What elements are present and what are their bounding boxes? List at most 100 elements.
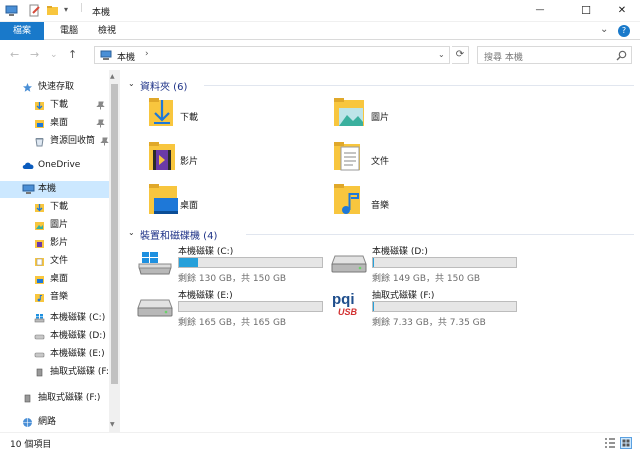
folder-label: 文件 [371, 157, 390, 167]
folder-music[interactable]: 音樂 [333, 182, 463, 222]
folder-pictures[interactable]: 圖片 [333, 96, 463, 136]
window-title: 本機 [92, 8, 111, 18]
recent-locations-icon[interactable]: ⌄ [50, 50, 58, 60]
music-folder-icon [334, 184, 360, 214]
navigation-pane: 快速存取 下載 桌面 資源回收筒 OneDrive 本機 下載 圖片 影片 文件 [0, 70, 120, 432]
sidebar-item-pc-desktop[interactable]: 桌面 [0, 271, 109, 288]
sidebar-item-drive-d[interactable]: 本機磁碟 (D:) [0, 328, 109, 345]
group-divider [246, 234, 634, 235]
scroll-up-icon[interactable]: ▲ [110, 73, 115, 80]
help-icon[interactable]: ? [618, 25, 630, 37]
properties-icon[interactable] [28, 4, 41, 17]
status-bar: 10 個項目 [0, 432, 640, 453]
item-count: 10 個項目 [10, 440, 52, 450]
sidebar-item-label: 資源回收筒 [50, 136, 96, 146]
sidebar-item-removable[interactable]: 抽取式磁碟 (F:) [0, 390, 109, 407]
sidebar-item-quick-downloads[interactable]: 下載 [0, 97, 109, 114]
sidebar-item-this-pc[interactable]: 本機 [0, 181, 109, 198]
drive-label: 本機磁碟 (D:) [372, 247, 428, 257]
content-pane: ⌄ 資料夾 (6) 下載 圖片 影片 文件 桌面 音樂 ⌄ 裝置和磁碟機 (4)… [120, 70, 640, 432]
drive-label: 本機磁碟 (E:) [178, 291, 233, 301]
sidebar-item-onedrive[interactable]: OneDrive [0, 157, 109, 174]
folder-videos[interactable]: 影片 [148, 140, 278, 180]
sidebar-item-pc-documents[interactable]: 文件 [0, 253, 109, 270]
address-dropdown-icon[interactable]: ⌄ [438, 50, 445, 59]
sidebar-item-label: OneDrive [38, 160, 81, 170]
quick-access-toolbar-dropdown-icon[interactable]: ▾ [64, 5, 77, 18]
documents-folder-icon [334, 142, 360, 171]
sidebar-item-label: 桌面 [50, 274, 69, 284]
folders-group-title[interactable]: 資料夾 (6) [140, 78, 187, 93]
pin-icon[interactable] [100, 137, 109, 146]
address-bar[interactable]: 本機 › [94, 46, 450, 64]
large-icons-view-icon[interactable] [620, 437, 632, 449]
minimize-icon: — [535, 5, 545, 15]
breadcrumb-separator-icon[interactable]: › [145, 49, 149, 59]
drive-free-space: 剩餘 165 GB，共 165 GB [178, 318, 287, 328]
sidebar-item-label: 抽取式磁碟 (F:) [38, 393, 101, 403]
sidebar-item-network[interactable]: 網路 [0, 414, 109, 431]
sidebar-scroll-thumb[interactable] [111, 84, 118, 384]
sidebar-item-label: 下載 [50, 202, 69, 212]
drives-group-title[interactable]: 裝置和磁碟機 (4) [140, 227, 217, 242]
sidebar-item-label: 網路 [38, 417, 57, 427]
collapse-folders-chevron-icon[interactable]: ⌄ [128, 79, 135, 88]
star-icon [23, 83, 32, 92]
drive-usage-bar [372, 257, 517, 268]
desktop-folder-icon [35, 120, 44, 128]
folder-desktop[interactable]: 桌面 [148, 182, 278, 222]
drive-free-space: 剩餘 130 GB，共 150 GB [178, 274, 287, 284]
search-icon [616, 50, 627, 61]
sidebar-item-drive-c[interactable]: 本機磁碟 (C:) [0, 310, 109, 327]
sidebar-item-label: 音樂 [50, 292, 69, 302]
drive-f[interactable]: pqi USB 抽取式磁碟 (F:) 剩餘 7.33 GB，共 7.35 GB [330, 288, 530, 328]
sidebar-item-drive-f[interactable]: 抽取式磁碟 (F:) [0, 364, 109, 381]
group-divider [204, 85, 634, 86]
sidebar-item-quick-access[interactable]: 快速存取 [0, 79, 109, 96]
documents-folder-icon [35, 258, 44, 266]
up-icon[interactable]: ↑ [68, 48, 77, 61]
sidebar-item-quick-desktop[interactable]: 桌面 [0, 115, 109, 132]
expand-ribbon-icon[interactable]: ⌄ [600, 24, 608, 35]
sidebar-item-pc-pictures[interactable]: 圖片 [0, 217, 109, 234]
details-view-icon[interactable] [604, 437, 616, 449]
title-divider: | [80, 3, 84, 13]
sidebar-item-pc-downloads[interactable]: 下載 [0, 199, 109, 216]
sidebar-item-drive-e[interactable]: 本機磁碟 (E:) [0, 346, 109, 363]
folder-documents[interactable]: 文件 [333, 140, 463, 180]
downloads-folder-icon [149, 98, 173, 126]
hard-drive-icon [331, 255, 367, 273]
collapse-drives-chevron-icon[interactable]: ⌄ [128, 228, 135, 237]
sidebar-item-recycle-bin[interactable]: 資源回收筒 [0, 133, 109, 150]
tab-file[interactable]: 檔案 [0, 22, 44, 40]
forward-icon[interactable]: → [30, 48, 39, 61]
pin-icon[interactable] [96, 119, 105, 128]
usb-logo-text: USB [338, 307, 358, 317]
drive-e[interactable]: 本機磁碟 (E:) 剩餘 165 GB，共 165 GB [136, 288, 326, 328]
sidebar-item-pc-music[interactable]: 音樂 [0, 289, 109, 306]
search-box[interactable]: 搜尋 本機 [477, 46, 632, 64]
sidebar-item-pc-videos[interactable]: 影片 [0, 235, 109, 252]
close-icon: ✕ [617, 4, 627, 16]
back-icon[interactable]: ← [10, 48, 19, 61]
usb-logo-brand: pqi [332, 291, 355, 308]
address-path[interactable]: 本機 [117, 50, 135, 63]
minimize-button[interactable]: — [520, 0, 560, 20]
explorer-window-icon[interactable] [5, 4, 18, 17]
tab-view[interactable]: 檢視 [92, 22, 122, 40]
sidebar-item-label: 影片 [50, 238, 69, 248]
close-button[interactable]: ✕ [604, 0, 640, 20]
new-folder-icon[interactable] [46, 4, 59, 17]
scroll-down-icon[interactable]: ▼ [110, 421, 115, 428]
tab-computer[interactable]: 電腦 [54, 22, 84, 40]
refresh-button[interactable]: ⟳ [452, 46, 469, 64]
drive-d[interactable]: 本機磁碟 (D:) 剩餘 149 GB，共 150 GB [330, 244, 530, 284]
search-input[interactable]: 搜尋 本機 [484, 50, 523, 63]
maximize-button[interactable]: ☐ [566, 0, 606, 20]
drive-c[interactable]: 本機磁碟 (C:) 剩餘 130 GB，共 150 GB [136, 244, 326, 284]
drive-label: 本機磁碟 (C:) [178, 247, 234, 257]
pin-icon[interactable] [96, 101, 105, 110]
desktop-folder-icon [35, 276, 44, 284]
folder-downloads[interactable]: 下載 [148, 96, 278, 136]
usb-drive-logo: pqi USB [332, 292, 368, 322]
